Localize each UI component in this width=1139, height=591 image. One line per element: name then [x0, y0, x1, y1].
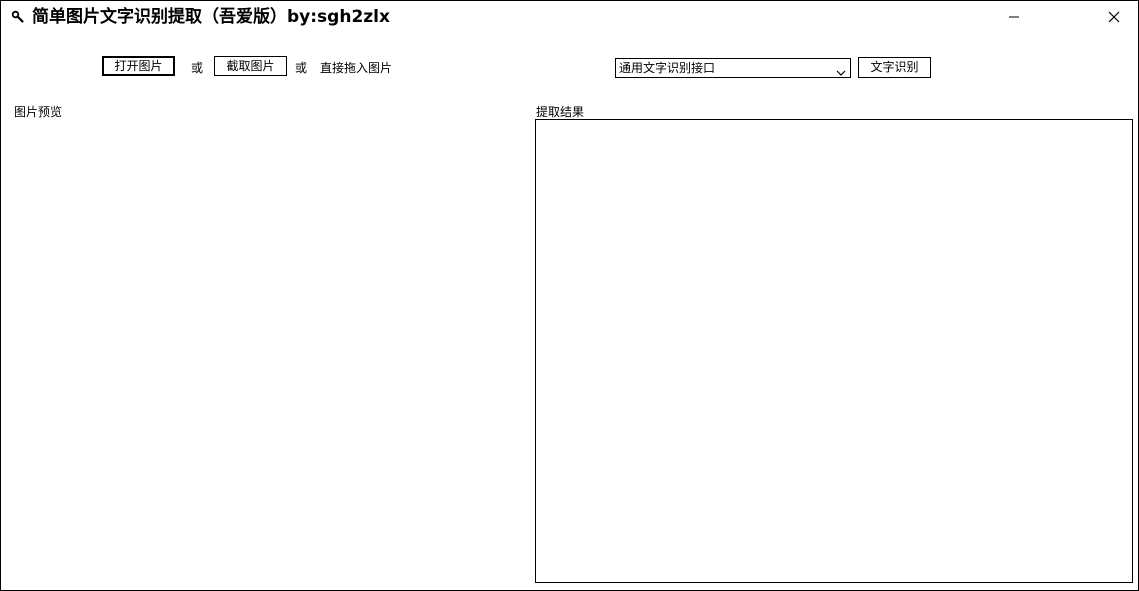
open-image-button[interactable]: 打开图片 [102, 56, 175, 76]
close-icon [1108, 8, 1120, 27]
recognize-button[interactable]: 文字识别 [858, 57, 931, 78]
minimize-icon [1008, 8, 1020, 27]
result-label: 提取结果 [536, 105, 585, 119]
api-select-value: 通用文字识别接口 [619, 61, 716, 75]
preview-label: 图片预览 [14, 105, 63, 119]
minimize-button[interactable] [991, 1, 1037, 33]
or-label: 或 [191, 61, 204, 75]
result-textarea[interactable] [535, 119, 1133, 583]
drag-hint: 直接拖入图片 [320, 61, 393, 75]
or-label: 或 [295, 61, 308, 75]
search-icon [11, 9, 25, 23]
app-window: 简单图片文字识别提取（吾爱版）by:sgh2zlx 打开图片 或 截取图片 或 … [0, 0, 1139, 591]
image-preview-area[interactable] [13, 123, 523, 583]
title-bar[interactable]: 简单图片文字识别提取（吾爱版）by:sgh2zlx [1, 1, 1138, 33]
capture-image-button[interactable]: 截取图片 [214, 56, 287, 76]
chevron-down-icon [836, 64, 846, 76]
window-title: 简单图片文字识别提取（吾爱版）by:sgh2zlx [32, 7, 390, 27]
close-button[interactable] [1091, 1, 1137, 33]
api-select[interactable]: 通用文字识别接口 [615, 58, 851, 78]
